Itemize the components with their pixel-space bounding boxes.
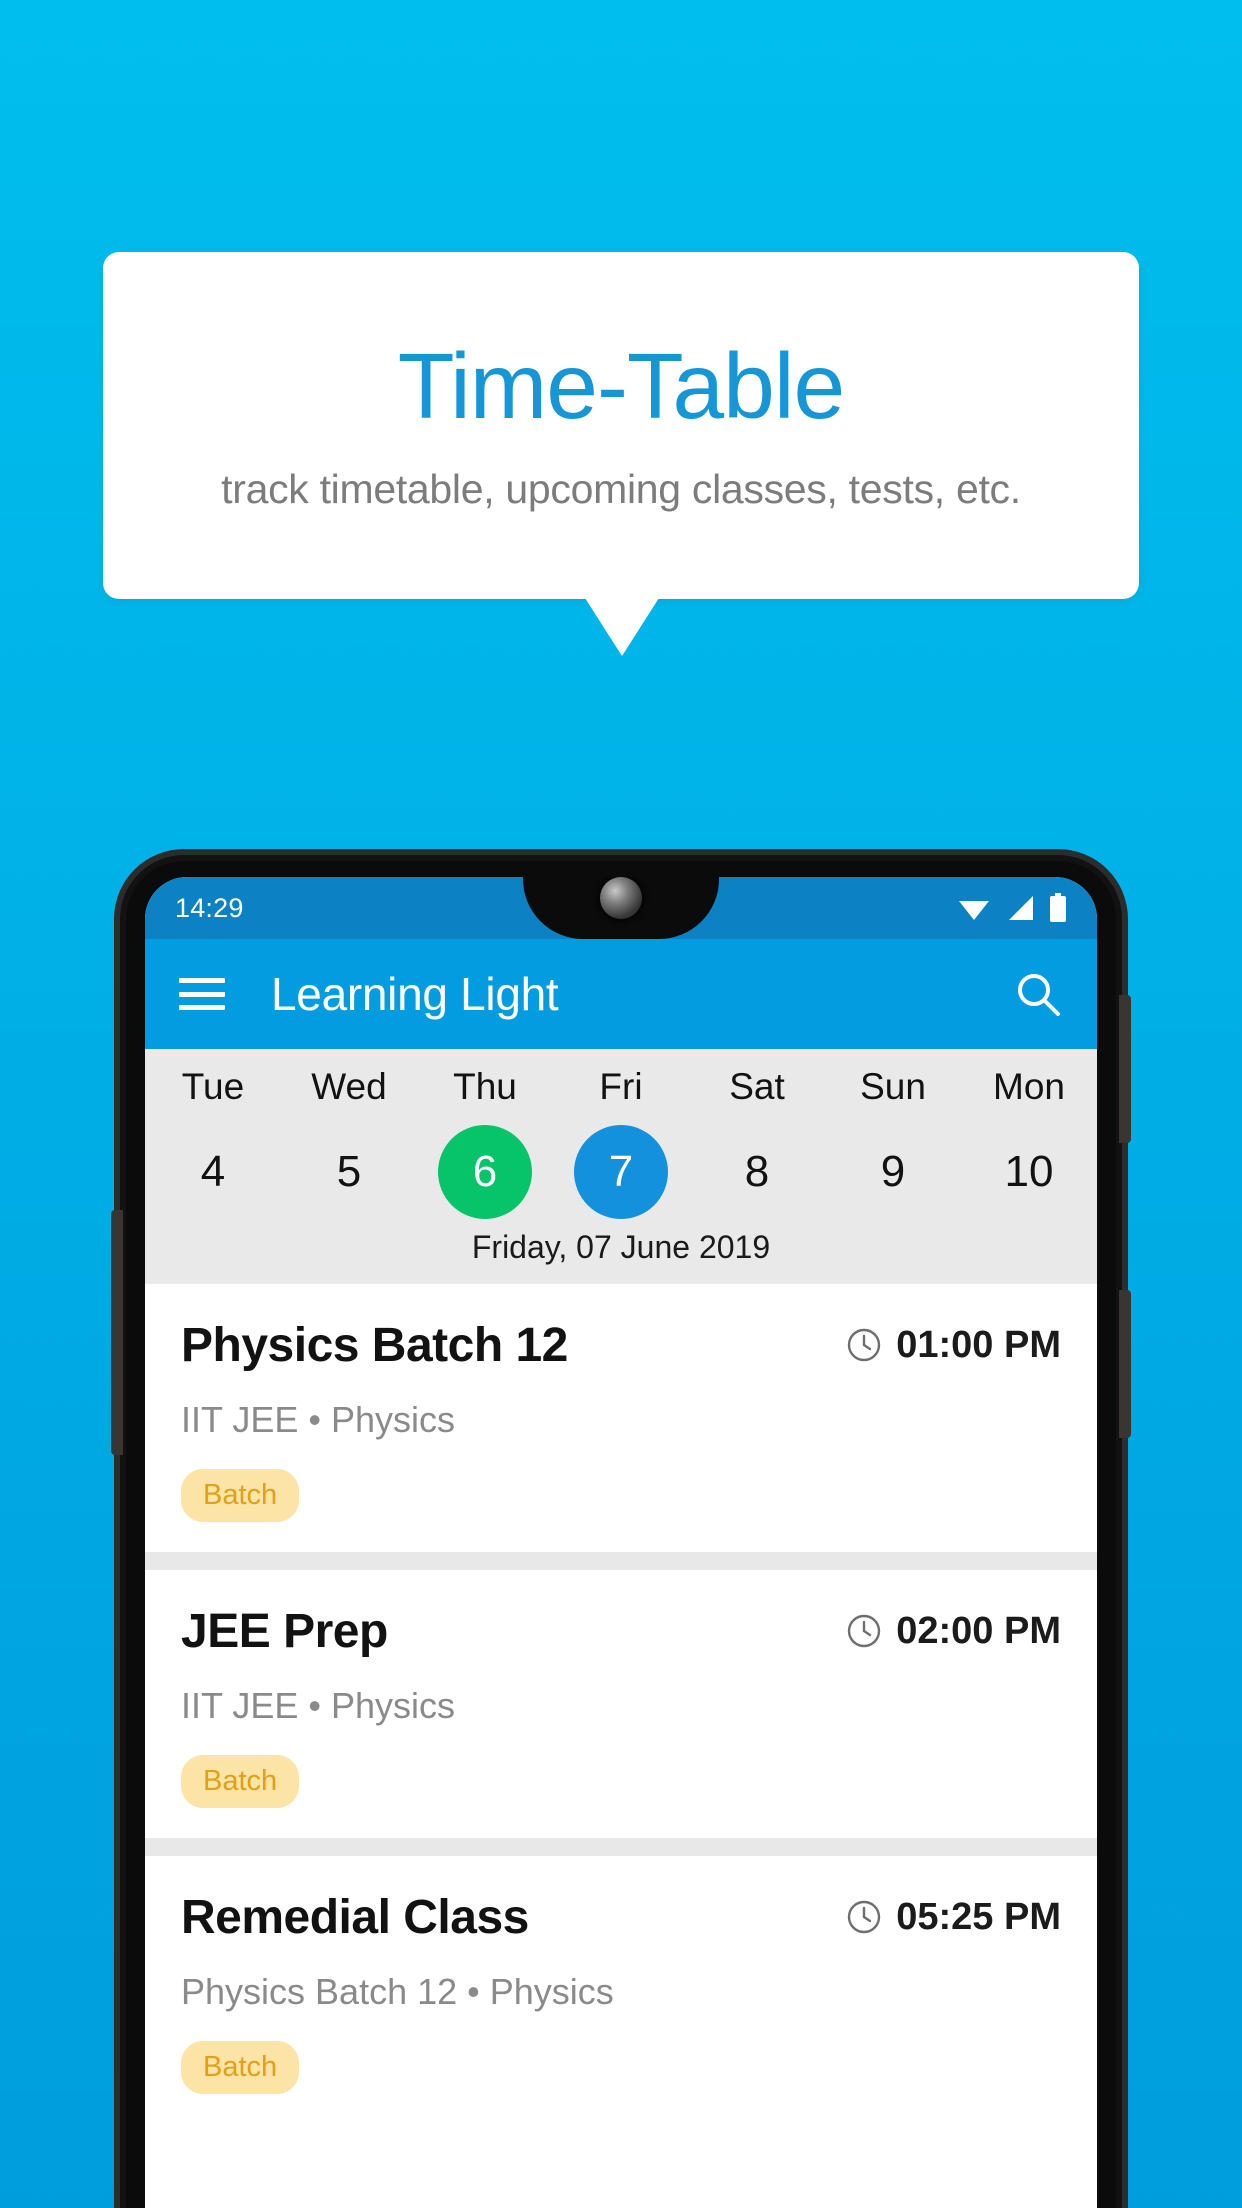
schedule-card-time-label: 02:00 PM [896,1609,1061,1652]
schedule-card-time: 02:00 PM [846,1610,1061,1653]
day-name-label: Wed [311,1066,387,1107]
schedule-card-tags: Batch [181,1441,1061,1522]
status-badge: Batch [181,1468,300,1522]
phone-screen: 14:29 Learning Light Tue 4 Wed 5 Thu 6 Fri 7 Sat… [145,877,1097,2208]
promo-callout-card: Time-Table track timetable, upcoming cla… [103,252,1139,599]
clock-icon [848,1328,881,1362]
status-bar-time: 14:29 [175,892,244,923]
day-cell-sat[interactable]: Sat 8 [689,1059,825,1219]
hamburger-menu-icon[interactable] [179,978,225,1010]
day-number-normal[interactable]: 5 [302,1125,396,1219]
schedule-card[interactable]: Remedial Class 05:25 PM Physics Batch 12 •… [145,1855,1097,2124]
day-name-label: Fri [599,1066,643,1107]
status-badge: Batch [181,2040,300,2094]
clock-icon [848,1900,881,1934]
schedule-card-header: JEE Prep 02:00 PM [181,1604,1061,1659]
schedule-card-time: 05:25 PM [846,1896,1061,1939]
day-number-wrap: 9 [825,1125,961,1219]
display-notch [523,877,719,939]
status-badge: Batch [181,1754,300,1808]
day-selector: Tue 4 Wed 5 Thu 6 Fri 7 Sat 8 Sun 9 Mon 10 [145,1059,1097,1219]
power-button[interactable] [1119,995,1131,1143]
search-icon[interactable] [1013,969,1063,1019]
schedule-card-tags: Batch [181,2013,1061,2094]
schedule-card-subtitle: IIT JEE • Physics [181,1684,456,1726]
clock-icon [848,1614,881,1648]
selected-date-label: Friday, 07 June 2019 [471,1228,771,1265]
day-number-today[interactable]: 6 [438,1124,532,1219]
wifi-icon [959,901,989,920]
day-number-normal[interactable]: 9 [846,1125,940,1219]
day-number-wrap: 4 [145,1125,281,1219]
schedule-card-tags: Batch [181,1727,1061,1808]
day-number-selected[interactable]: 7 [574,1124,668,1219]
day-name-label: Tue [181,1066,245,1107]
schedule-card-title: JEE Prep [181,1604,388,1658]
phone-mockup: 14:29 Learning Light Tue 4 Wed 5 Thu 6 Fri 7 Sat… [111,855,1131,2208]
callout-tail [585,598,659,656]
day-cell-mon[interactable]: Mon 10 [961,1059,1097,1219]
status-bar-icons [957,893,1067,923]
app-bar: Learning Light [145,939,1097,1049]
day-name-label: Sat [729,1066,785,1107]
schedule-card-time: 01:00 PM [846,1324,1061,1367]
day-number-normal[interactable]: 4 [166,1125,260,1219]
day-number-normal[interactable]: 8 [710,1125,804,1219]
day-cell-sun[interactable]: Sun 9 [825,1059,961,1219]
day-number-normal[interactable]: 10 [982,1125,1076,1219]
schedule-card-header: Remedial Class 05:25 PM [181,1890,1061,1945]
schedule-card-title: Remedial Class [181,1890,529,1944]
day-name-label: Thu [453,1066,517,1107]
battery-icon [1050,893,1066,922]
app-title: Learning Light [271,968,559,1020]
schedule-card-header: Physics Batch 12 01:00 PM [181,1318,1061,1373]
schedule-card-time-label: 05:25 PM [896,1895,1061,1938]
day-name-label: Sun [860,1066,926,1107]
volume-button[interactable] [111,1210,123,1455]
signal-icon [1009,896,1033,920]
front-camera-icon [600,877,642,919]
day-number-wrap: 6 [417,1124,553,1219]
schedule-card-subtitle: Physics Batch 12 • Physics [181,1970,614,2012]
day-cell-thu[interactable]: Thu 6 [417,1059,553,1219]
schedule-card-title: Physics Batch 12 [181,1318,568,1372]
schedule-card[interactable]: Physics Batch 12 01:00 PM IIT JEE • Physic… [145,1283,1097,1552]
schedule-list: Physics Batch 12 01:00 PM IIT JEE • Physic… [145,1283,1097,2124]
day-name-label: Mon [993,1066,1065,1107]
page-title: Time-Table [397,334,846,439]
assistant-button[interactable] [1119,1290,1131,1438]
date-strip: Tue 4 Wed 5 Thu 6 Fri 7 Sat 8 Sun 9 Mon 10 Friday, 07… [145,1049,1097,1284]
schedule-card-time-label: 01:00 PM [896,1323,1061,1366]
day-number-wrap: 7 [553,1124,689,1219]
schedule-card-subtitle: IIT JEE • Physics [181,1398,456,1440]
day-cell-fri[interactable]: Fri 7 [553,1059,689,1219]
day-number-wrap: 10 [961,1125,1097,1219]
day-number-wrap: 8 [689,1125,825,1219]
day-cell-wed[interactable]: Wed 5 [281,1059,417,1219]
schedule-card[interactable]: JEE Prep 02:00 PM IIT JEE • Physics Batch [145,1569,1097,1838]
page-subtitle: track timetable, upcoming classes, tests… [221,465,1021,512]
day-cell-tue[interactable]: Tue 4 [145,1059,281,1219]
status-bar: 14:29 [145,877,1097,939]
day-number-wrap: 5 [281,1125,417,1219]
